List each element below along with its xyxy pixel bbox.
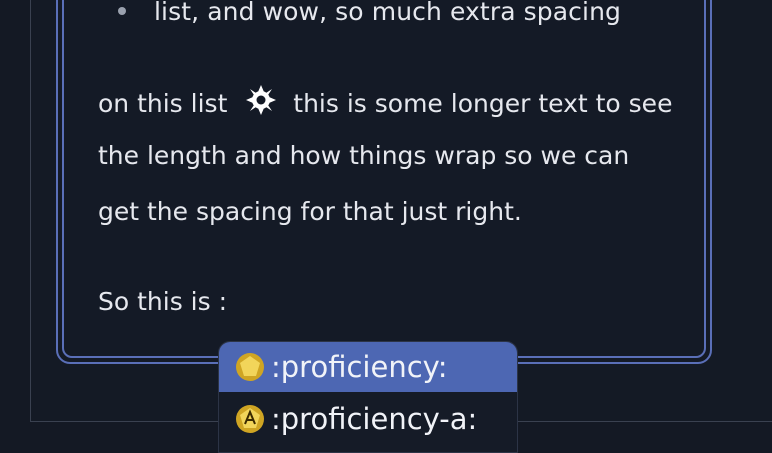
autocomplete-option-label: :proficiency-a: bbox=[271, 402, 478, 436]
bullet-dot bbox=[118, 7, 126, 15]
paragraph-line-2: the length and how things wrap so we can bbox=[98, 141, 630, 170]
list-item-text: list, and wow, so much extra spacing bbox=[154, 0, 621, 26]
paragraph-line-1: on this list this is some longer text to… bbox=[98, 84, 672, 118]
autocomplete-option-label: :proficiency: bbox=[271, 350, 448, 384]
autocomplete-option-proficiency[interactable]: :proficiency: bbox=[219, 342, 517, 392]
message-input-text[interactable]: So this is : bbox=[98, 287, 227, 316]
list-item: list, and wow, so much extra spacing bbox=[118, 0, 621, 28]
paragraph-line-3: get the spacing for that just right. bbox=[98, 197, 522, 226]
paragraph-text-after-icon: this is some longer text to see bbox=[293, 89, 673, 118]
autocomplete-option-proficiency-a[interactable]: :proficiency-a: bbox=[219, 394, 517, 444]
proficiency-icon bbox=[236, 353, 264, 381]
emoji-autocomplete-popup: :proficiency: :proficiency-a: bbox=[218, 341, 518, 453]
settings-sun-icon bbox=[246, 85, 277, 115]
proficiency-a-icon bbox=[236, 405, 264, 433]
paragraph-text-before-icon: on this list bbox=[98, 89, 228, 118]
